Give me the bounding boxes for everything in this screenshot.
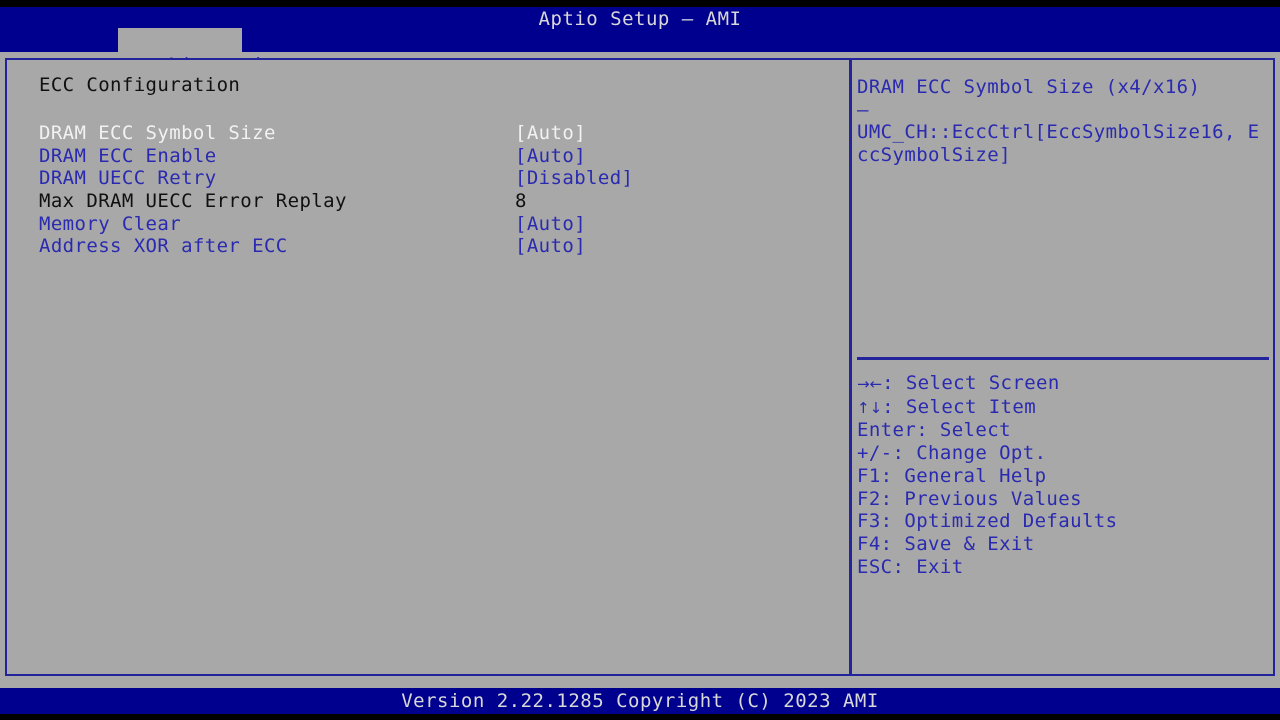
arrow-keys-icon: ↑↓ <box>857 398 883 417</box>
setting-label: DRAM UECC Retry <box>39 167 217 190</box>
key-legend-label: : Select Screen <box>882 372 1060 394</box>
setting-row[interactable]: Memory Clear [Auto] <box>7 213 847 236</box>
key-legend-label: F2: Previous Values <box>857 487 1082 510</box>
key-legend-row: F4: Save & Exit <box>857 533 1269 556</box>
key-legend-row: F3: Optimized Defaults <box>857 510 1269 533</box>
key-legend: →←: Select Screen ↑↓: Select Item Enter: S… <box>857 372 1269 578</box>
setting-value[interactable]: [Auto] <box>515 122 586 145</box>
pane-divider <box>849 58 852 676</box>
setting-label: Address XOR after ECC <box>39 235 288 258</box>
setting-value[interactable]: [Disabled] <box>515 167 633 190</box>
setting-label: Max DRAM UECC Error Replay <box>39 190 347 213</box>
key-legend-label: : Select Item <box>882 395 1037 418</box>
key-legend-label: +/-: Change Opt. <box>857 442 1047 465</box>
key-legend-row: ↑↓: Select Item <box>857 396 1269 420</box>
bios-setup-screen: Aptio Setup – AMI Advanced ECC Configura… <box>0 0 1280 720</box>
setting-row[interactable]: DRAM UECC Retry [Disabled] <box>7 167 847 190</box>
setting-value[interactable]: [Auto] <box>515 235 586 258</box>
top-black-bar <box>0 0 1280 7</box>
key-legend-row: Enter: Select <box>857 419 1269 442</box>
setting-row[interactable]: DRAM ECC Symbol Size [Auto] <box>7 122 847 145</box>
key-legend-label: F3: Optimized Defaults <box>857 510 1118 533</box>
key-legend-row: ESC: Exit <box>857 556 1269 579</box>
page-title: ECC Configuration <box>39 74 241 96</box>
setting-label: DRAM ECC Enable <box>39 144 217 167</box>
bottom-black-bar <box>0 714 1280 720</box>
key-legend-row: F1: General Help <box>857 465 1269 488</box>
key-legend-row: +/-: Change Opt. <box>857 442 1269 465</box>
setting-label: DRAM ECC Symbol Size <box>39 122 276 144</box>
setting-label: Memory Clear <box>39 212 182 235</box>
setting-value[interactable]: [Auto] <box>515 213 586 236</box>
help-separator <box>857 357 1269 360</box>
setting-value[interactable]: [Auto] <box>515 145 586 168</box>
help-pane: DRAM ECC Symbol Size (x4/x16) – UMC_CH::… <box>853 60 1271 674</box>
help-description: DRAM ECC Symbol Size (x4/x16) – UMC_CH::… <box>857 76 1260 167</box>
setting-row[interactable]: DRAM ECC Enable [Auto] <box>7 145 847 168</box>
key-legend-label: F1: General Help <box>857 464 1047 487</box>
setting-row[interactable]: Address XOR after ECC [Auto] <box>7 235 847 258</box>
setting-value: 8 <box>515 190 527 213</box>
key-legend-label: ESC: Exit <box>857 555 964 578</box>
setting-row: Max DRAM UECC Error Replay 8 <box>7 190 847 213</box>
tab-advanced[interactable]: Advanced <box>118 28 261 76</box>
version-text: Version 2.22.1285 Copyright (C) 2023 AMI <box>401 690 879 712</box>
key-legend-row: F2: Previous Values <box>857 488 1269 511</box>
settings-pane: ECC Configuration DRAM ECC Symbol Size [A… <box>7 60 847 674</box>
arrow-keys-icon: →← <box>857 375 883 393</box>
settings-list: DRAM ECC Symbol Size [Auto] DRAM ECC Enabl… <box>7 122 847 258</box>
key-legend-label: Enter: Select <box>857 419 1011 442</box>
key-legend-label: F4: Save & Exit <box>857 532 1035 555</box>
key-legend-row: →←: Select Screen <box>857 372 1269 396</box>
